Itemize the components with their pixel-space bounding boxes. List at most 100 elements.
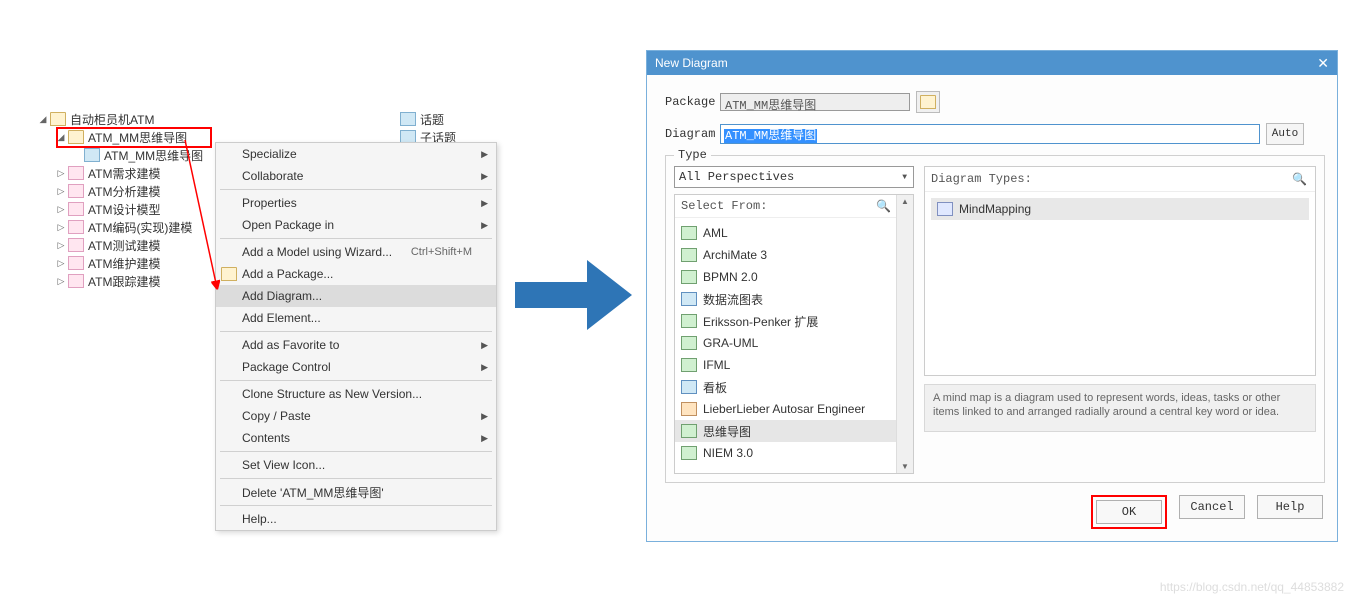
- dialog-titlebar[interactable]: New Diagram ✕: [647, 51, 1337, 75]
- expand-icon[interactable]: ◢: [38, 114, 48, 124]
- list-item-label: LieberLieber Autosar Engineer: [703, 402, 865, 416]
- scroll-up-icon[interactable]: ▲: [901, 197, 909, 206]
- menu-clone[interactable]: Clone Structure as New Version...: [216, 383, 496, 405]
- technology-icon: [681, 380, 697, 394]
- perspectives-dropdown[interactable]: All Perspectives: [674, 166, 914, 188]
- menu-separator: [220, 331, 492, 332]
- menu-add-diagram[interactable]: Add Diagram...: [216, 285, 496, 307]
- package-icon: [68, 166, 84, 180]
- technology-icon: [681, 226, 697, 240]
- list-item[interactable]: IFML: [675, 354, 913, 376]
- menu-collaborate[interactable]: Collaborate▶: [216, 165, 496, 187]
- expand-icon[interactable]: ▷: [56, 168, 66, 178]
- diagram-icon: [84, 148, 100, 162]
- technology-icon: [681, 314, 697, 328]
- submenu-arrow-icon: ▶: [481, 340, 488, 351]
- submenu-arrow-icon: ▶: [481, 220, 488, 231]
- annotation-arrow: [165, 138, 225, 298]
- tree-label: ATM设计模型: [88, 201, 160, 218]
- list-item-label: ArchiMate 3: [703, 248, 767, 262]
- expand-icon[interactable]: ▷: [56, 222, 66, 232]
- ok-button[interactable]: OK: [1096, 500, 1162, 524]
- list-item[interactable]: 思维导图: [675, 420, 913, 442]
- list-item[interactable]: LieberLieber Autosar Engineer: [675, 398, 913, 420]
- search-icon[interactable]: 🔍: [876, 199, 891, 214]
- scroll-down-icon[interactable]: ▼: [901, 462, 909, 471]
- package-icon: [68, 238, 84, 252]
- list-item[interactable]: GRA-UML: [675, 332, 913, 354]
- select-from-header: Select From: 🔍: [675, 195, 913, 218]
- menu-specialize[interactable]: Specialize▶: [216, 143, 496, 165]
- menu-add-model[interactable]: Add a Model using Wizard...Ctrl+Shift+M: [216, 241, 496, 263]
- list-item[interactable]: BPMN 2.0: [675, 266, 913, 288]
- list-item-label: GRA-UML: [703, 336, 758, 350]
- menu-set-view-icon[interactable]: Set View Icon...: [216, 454, 496, 476]
- menu-separator: [220, 478, 492, 479]
- menu-separator: [220, 451, 492, 452]
- menu-separator: [220, 238, 492, 239]
- palette-label: 话题: [420, 111, 444, 128]
- list-item-label: Eriksson-Penker 扩展: [703, 313, 818, 330]
- menu-open-package-in[interactable]: Open Package in▶: [216, 214, 496, 236]
- list-item-label: NIEM 3.0: [703, 446, 753, 460]
- menu-separator: [220, 505, 492, 506]
- folder-icon: [920, 95, 936, 109]
- diagram-name-input[interactable]: ATM_MM思维导图: [720, 124, 1260, 144]
- browse-package-button[interactable]: [916, 91, 940, 113]
- cancel-button[interactable]: Cancel: [1179, 495, 1245, 519]
- diagram-types-header: Diagram Types: 🔍: [925, 167, 1315, 192]
- menu-contents[interactable]: Contents▶: [216, 427, 496, 449]
- menu-add-package[interactable]: Add a Package...: [216, 263, 496, 285]
- palette-item[interactable]: 话题: [400, 110, 456, 128]
- close-icon[interactable]: ✕: [1317, 55, 1329, 72]
- auto-button[interactable]: Auto: [1266, 123, 1304, 145]
- menu-package-control[interactable]: Package Control▶: [216, 356, 496, 378]
- technology-icon: [681, 446, 697, 460]
- technology-icon: [681, 292, 697, 306]
- list-item[interactable]: Eriksson-Penker 扩展: [675, 310, 913, 332]
- menu-add-favorite[interactable]: Add as Favorite to▶: [216, 334, 496, 356]
- technology-icon: [681, 402, 697, 416]
- package-icon: [68, 184, 84, 198]
- menu-add-element[interactable]: Add Element...: [216, 307, 496, 329]
- tree-label: ATM需求建模: [88, 165, 160, 182]
- menu-help[interactable]: Help...: [216, 508, 496, 530]
- list-item-label: 数据流图表: [703, 291, 763, 308]
- list-item-label: 思维导图: [703, 423, 751, 440]
- tree-root-row[interactable]: ◢ 自动柜员机ATM: [20, 110, 370, 128]
- tree-label: ATM跟踪建模: [88, 273, 160, 290]
- list-item[interactable]: NIEM 3.0: [675, 442, 913, 464]
- package-icon: [68, 202, 84, 216]
- list-item[interactable]: 数据流图表: [675, 288, 913, 310]
- menu-properties[interactable]: Properties▶: [216, 192, 496, 214]
- package-icon: [68, 274, 84, 288]
- list-item[interactable]: ArchiMate 3: [675, 244, 913, 266]
- expand-icon[interactable]: ▷: [56, 204, 66, 214]
- list-item-label: IFML: [703, 358, 730, 372]
- search-icon[interactable]: 🔍: [1292, 172, 1307, 187]
- folder-icon: [50, 112, 66, 126]
- diagram-label: Diagram: [665, 127, 720, 141]
- diagram-types-listbox[interactable]: Diagram Types: 🔍 MindMapping: [924, 166, 1316, 376]
- watermark: https://blog.csdn.net/qq_44853882: [1160, 580, 1344, 594]
- topic-icon: [400, 112, 416, 126]
- diagram-type-item[interactable]: MindMapping: [931, 198, 1309, 220]
- expand-icon[interactable]: ▷: [56, 276, 66, 286]
- expand-icon[interactable]: ▷: [56, 258, 66, 268]
- mindmap-icon: [937, 202, 953, 216]
- menu-copy-paste[interactable]: Copy / Paste▶: [216, 405, 496, 427]
- scrollbar[interactable]: ▲▼: [896, 195, 913, 473]
- menu-delete[interactable]: Delete 'ATM_MM思维导图': [216, 481, 496, 503]
- annotation-red-box-ok: OK: [1091, 495, 1167, 529]
- help-button[interactable]: Help: [1257, 495, 1323, 519]
- expand-icon[interactable]: ▷: [56, 240, 66, 250]
- tree-label: ATM分析建模: [88, 183, 160, 200]
- folder-icon: [68, 130, 84, 144]
- submenu-arrow-icon: ▶: [481, 171, 488, 182]
- select-from-listbox[interactable]: Select From: 🔍 AML ArchiMate 3 BPMN 2.0 数据流…: [674, 194, 914, 474]
- tree-root-label: 自动柜员机ATM: [70, 111, 154, 128]
- menu-separator: [220, 189, 492, 190]
- list-item[interactable]: AML: [675, 222, 913, 244]
- expand-icon[interactable]: ▷: [56, 186, 66, 196]
- list-item[interactable]: 看板: [675, 376, 913, 398]
